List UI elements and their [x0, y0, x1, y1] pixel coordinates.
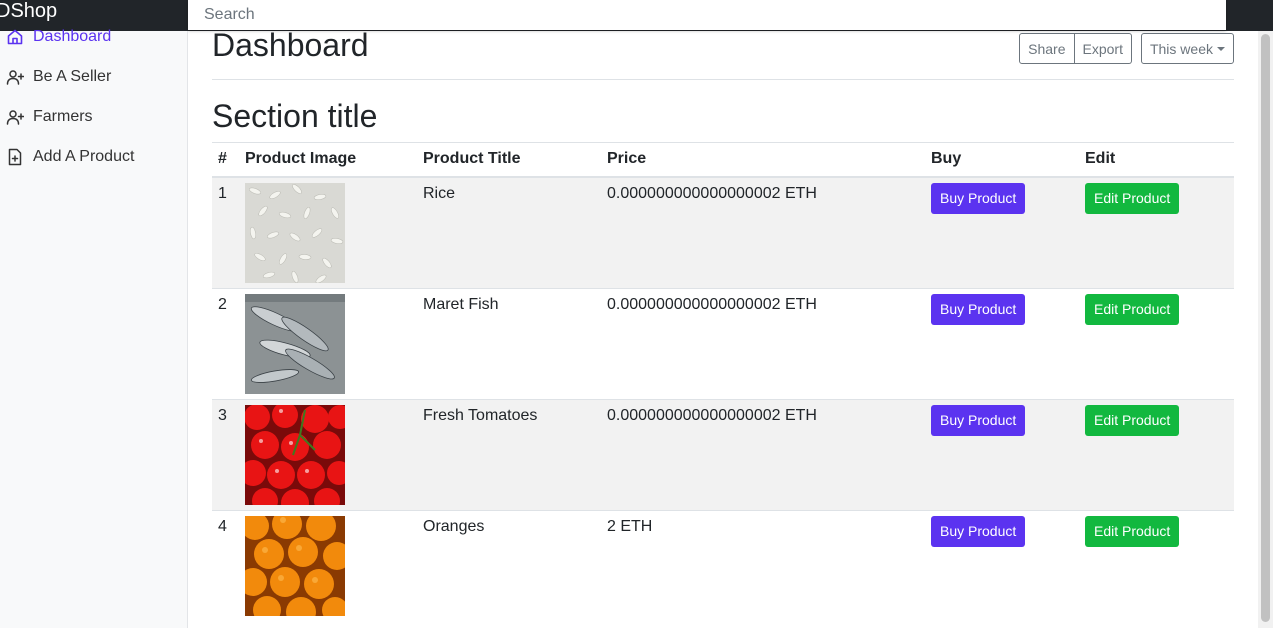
period-label: This week: [1149, 40, 1213, 57]
buy-product-button[interactable]: Buy Product: [931, 293, 1026, 325]
top-navbar: DShop: [0, 0, 1273, 31]
column-header: Edit: [1079, 142, 1234, 178]
sidebar-item-label: Dashboard: [33, 28, 112, 45]
buy-cell: Buy Product: [925, 287, 1079, 399]
products-table: # Product Image Product Title Price Buy …: [212, 142, 1234, 621]
column-header: Product Title: [417, 142, 601, 178]
product-image-cell: [239, 398, 417, 510]
row-number: 3: [212, 398, 239, 510]
column-header: #: [212, 142, 239, 178]
buy-cell: Buy Product: [925, 509, 1079, 621]
edit-cell: Edit Product: [1079, 509, 1234, 621]
scrollbar-thumb[interactable]: [1261, 34, 1270, 622]
buy-cell: Buy Product: [925, 176, 1079, 288]
caret-down-icon: [1217, 46, 1225, 51]
sidebar-item-label: Add A Product: [33, 148, 135, 165]
buy-product-button[interactable]: Buy Product: [931, 404, 1026, 436]
sidebar-item-add-a-product[interactable]: Add A Product: [6, 143, 134, 171]
brand-logo[interactable]: DShop: [0, 0, 57, 24]
edit-product-button[interactable]: Edit Product: [1085, 515, 1180, 547]
product-price: 0.000000000000000002 ETH: [601, 287, 925, 399]
sidebar-item-be-a-seller[interactable]: Be A Seller: [6, 63, 111, 91]
table-header-row: # Product Image Product Title Price Buy …: [212, 142, 1234, 178]
product-price: 2 ETH: [601, 509, 925, 621]
product-image-cell: [239, 509, 417, 621]
edit-product-button[interactable]: Edit Product: [1085, 293, 1180, 325]
edit-cell: Edit Product: [1079, 398, 1234, 510]
product-title: Fresh Tomatoes: [417, 398, 601, 510]
buy-product-button[interactable]: Buy Product: [931, 515, 1026, 547]
home-icon: [7, 29, 23, 45]
export-button[interactable]: Export: [1074, 33, 1132, 64]
tomatoes-product-image: [245, 404, 345, 505]
divider: [212, 79, 1234, 80]
user-plus-icon: [6, 70, 24, 85]
row-number: 2: [212, 287, 239, 399]
product-image-cell: [239, 287, 417, 399]
edit-product-button[interactable]: Edit Product: [1085, 404, 1180, 436]
section-title: Section title: [212, 98, 378, 134]
sidebar-item-label: Farmers: [33, 108, 93, 125]
table-row: 2 Maret Fish 0.000000000000000002 ETH Bu…: [212, 287, 1234, 399]
product-title: Rice: [417, 176, 601, 288]
edit-product-button[interactable]: Edit Product: [1085, 182, 1180, 214]
share-button[interactable]: Share: [1019, 33, 1075, 64]
rice-product-image: [245, 182, 345, 283]
sidebar-item-farmers[interactable]: Farmers: [6, 103, 93, 131]
row-number: 1: [212, 176, 239, 288]
column-header: Price: [601, 142, 925, 178]
product-title: Maret Fish: [417, 287, 601, 399]
column-header: Buy: [925, 142, 1079, 178]
file-plus-icon: [8, 148, 22, 166]
row-number: 4: [212, 509, 239, 621]
table-row: 4 Oranges 2 ETH Buy Product Edit Product: [212, 509, 1234, 621]
table-row: 3 Fresh Tomatoes 0.000000000000000002 ET…: [212, 398, 1234, 510]
edit-cell: Edit Product: [1079, 287, 1234, 399]
product-price: 0.000000000000000002 ETH: [601, 176, 925, 288]
vertical-scrollbar[interactable]: [1258, 31, 1273, 628]
fish-product-image: [245, 293, 345, 394]
toolbar: Share Export This week: [1019, 33, 1234, 64]
product-title: Oranges: [417, 509, 601, 621]
sidebar-item-label: Be A Seller: [33, 68, 112, 85]
edit-cell: Edit Product: [1079, 176, 1234, 288]
page-title: Dashboard: [212, 27, 369, 63]
share-export-group: Share Export: [1019, 33, 1132, 64]
column-header: Product Image: [239, 142, 417, 178]
period-dropdown[interactable]: This week: [1140, 33, 1234, 64]
product-price: 0.000000000000000002 ETH: [601, 398, 925, 510]
user-plus-icon: [6, 110, 24, 125]
sidebar-item-dashboard[interactable]: Dashboard: [6, 23, 111, 51]
buy-product-button[interactable]: Buy Product: [931, 182, 1026, 214]
buy-cell: Buy Product: [925, 398, 1079, 510]
table-row: 1 Rice 0.000000000000000002 ETH Buy Prod…: [212, 176, 1234, 288]
product-image-cell: [239, 176, 417, 288]
oranges-product-image: [245, 515, 345, 616]
sidebar: Dashboard Be A Seller Farmers Add A Prod…: [0, 28, 188, 628]
